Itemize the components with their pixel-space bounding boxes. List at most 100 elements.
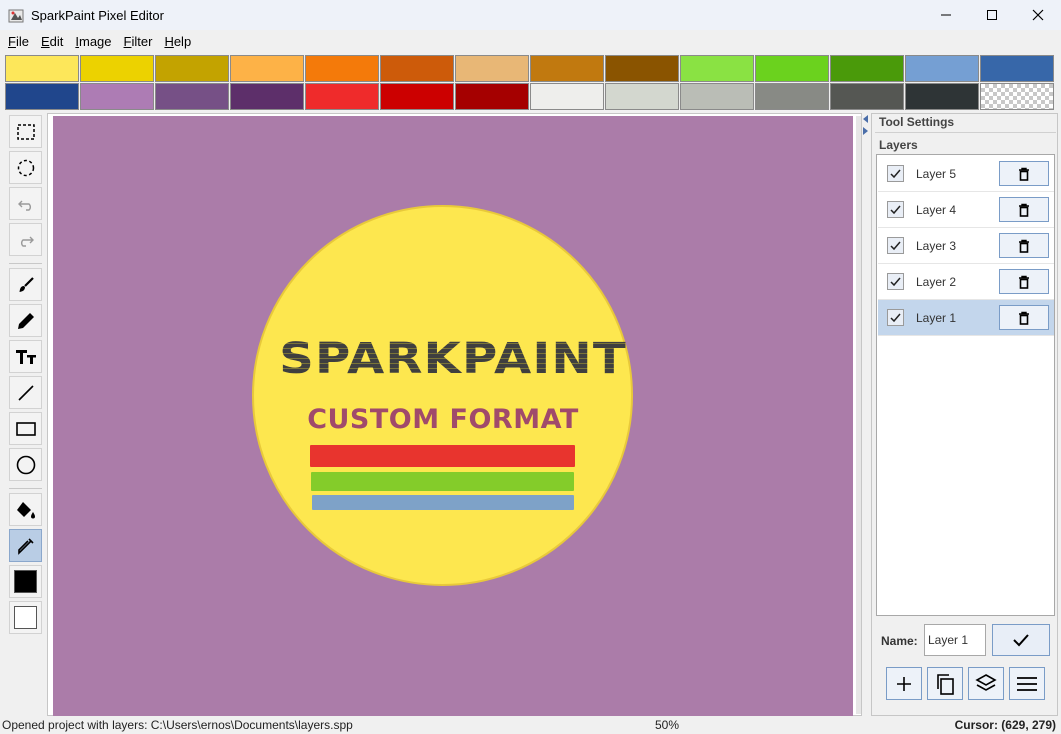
layer-row[interactable]: Layer 5: [878, 156, 1054, 192]
status-bar: Opened project with layers: C:\Users\ern…: [0, 716, 1061, 734]
layer-visibility-checkbox[interactable]: [887, 237, 904, 254]
brush-tool[interactable]: [9, 268, 42, 301]
palette-swatch[interactable]: [380, 55, 454, 82]
layer-menu-button[interactable]: [1009, 667, 1045, 700]
menu-help[interactable]: Help: [158, 34, 197, 49]
palette-swatch-transparent[interactable]: [980, 83, 1054, 110]
palette-swatch[interactable]: [530, 55, 604, 82]
collapse-right-icon[interactable]: [863, 127, 869, 135]
layer-visibility-checkbox[interactable]: [887, 309, 904, 326]
color-picker-tool[interactable]: [9, 529, 42, 562]
trash-icon: [1019, 203, 1029, 217]
cursor-position: Cursor: (629, 279): [954, 718, 1056, 732]
lasso-select-icon: [17, 159, 34, 176]
fill-bucket-icon: [16, 501, 35, 518]
palette-swatch[interactable]: [305, 83, 379, 110]
menu-image[interactable]: Image: [69, 34, 117, 49]
layer-visibility-checkbox[interactable]: [887, 165, 904, 182]
logo-subtitle: CUSTOM FORMAT: [307, 404, 579, 435]
minimize-icon: [941, 14, 951, 16]
palette-swatch[interactable]: [605, 55, 679, 82]
drawing-canvas[interactable]: SPARKPAINT CUSTOM FORMAT: [53, 116, 853, 716]
palette-swatch[interactable]: [5, 83, 79, 110]
palette-swatch[interactable]: [980, 55, 1054, 82]
layer-name: Layer 1: [916, 311, 957, 325]
delete-layer-button[interactable]: [999, 197, 1049, 222]
checkbox-check-icon: [890, 241, 901, 250]
layer-visibility-checkbox[interactable]: [887, 201, 904, 218]
delete-layer-button[interactable]: [999, 161, 1049, 186]
add-layer-button[interactable]: [886, 667, 922, 700]
canvas-scrollbar[interactable]: [856, 116, 861, 714]
fill-bucket-tool[interactable]: [9, 493, 42, 526]
minimize-button[interactable]: [923, 0, 969, 30]
background-color-swatch[interactable]: [9, 601, 42, 634]
palette-swatch[interactable]: [530, 83, 604, 110]
trash-icon: [1019, 239, 1029, 253]
layer-row[interactable]: Layer 2: [878, 264, 1054, 300]
menu-bar: File Edit Image Filter Help: [0, 30, 1061, 52]
text-tool[interactable]: [9, 340, 42, 373]
layers-heading: Layers: [879, 138, 918, 152]
merge-layers-button[interactable]: [968, 667, 1004, 700]
delete-layer-button[interactable]: [999, 233, 1049, 258]
delete-layer-button[interactable]: [999, 269, 1049, 294]
undo-button[interactable]: [9, 187, 42, 220]
foreground-color-swatch[interactable]: [9, 565, 42, 598]
brush-icon: [19, 276, 34, 292]
delete-layer-button[interactable]: [999, 305, 1049, 330]
palette-swatch[interactable]: [155, 55, 229, 82]
layer-name-input[interactable]: [924, 624, 986, 656]
palette-swatch[interactable]: [305, 55, 379, 82]
ellipse-tool[interactable]: [9, 448, 42, 481]
logo-stripe-green: [311, 472, 574, 491]
palette-swatch[interactable]: [830, 83, 904, 110]
collapse-left-icon[interactable]: [863, 115, 869, 123]
palette-swatch[interactable]: [680, 55, 754, 82]
pencil-tool[interactable]: [9, 304, 42, 337]
rect-select-icon: [16, 123, 35, 140]
palette-swatch[interactable]: [380, 83, 454, 110]
palette-swatch[interactable]: [80, 55, 154, 82]
palette-swatch[interactable]: [830, 55, 904, 82]
layer-row[interactable]: Layer 1: [878, 300, 1054, 336]
menu-filter[interactable]: Filter: [118, 34, 159, 49]
palette-swatch[interactable]: [680, 83, 754, 110]
menu-edit[interactable]: Edit: [35, 34, 69, 49]
layer-row[interactable]: Layer 4: [878, 192, 1054, 228]
toolbar-divider: [9, 263, 42, 264]
palette-swatch[interactable]: [605, 83, 679, 110]
palette-swatch[interactable]: [905, 83, 979, 110]
palette-swatch[interactable]: [455, 83, 529, 110]
palette-swatch[interactable]: [455, 55, 529, 82]
maximize-button[interactable]: [969, 0, 1015, 30]
palette-swatch[interactable]: [155, 83, 229, 110]
layer-visibility-checkbox[interactable]: [887, 273, 904, 290]
checkbox-check-icon: [890, 169, 901, 178]
palette-swatch[interactable]: [80, 83, 154, 110]
title-bar: SparkPaint Pixel Editor: [0, 0, 1061, 30]
palette-swatch[interactable]: [5, 55, 79, 82]
rectangle-tool-icon: [15, 421, 36, 436]
menu-file[interactable]: File: [2, 34, 35, 49]
lasso-select-tool[interactable]: [9, 151, 42, 184]
duplicate-layer-button[interactable]: [927, 667, 963, 700]
palette-swatch[interactable]: [905, 55, 979, 82]
palette-swatch[interactable]: [230, 55, 304, 82]
line-tool[interactable]: [9, 376, 42, 409]
rectangle-tool[interactable]: [9, 412, 42, 445]
panel-splitter[interactable]: [862, 113, 871, 716]
palette-swatch[interactable]: [755, 55, 829, 82]
palette-swatch[interactable]: [230, 83, 304, 110]
layer-row[interactable]: Layer 3: [878, 228, 1054, 264]
close-button[interactable]: [1015, 0, 1061, 30]
redo-button[interactable]: [9, 223, 42, 256]
apply-name-button[interactable]: [992, 624, 1050, 656]
checkbox-check-icon: [890, 313, 901, 322]
redo-icon: [20, 236, 34, 247]
app-logo-icon: [8, 9, 24, 23]
palette-swatch[interactable]: [755, 83, 829, 110]
rect-select-tool[interactable]: [9, 115, 42, 148]
layer-name: Layer 2: [916, 275, 957, 289]
toolbar-divider: [9, 488, 42, 489]
